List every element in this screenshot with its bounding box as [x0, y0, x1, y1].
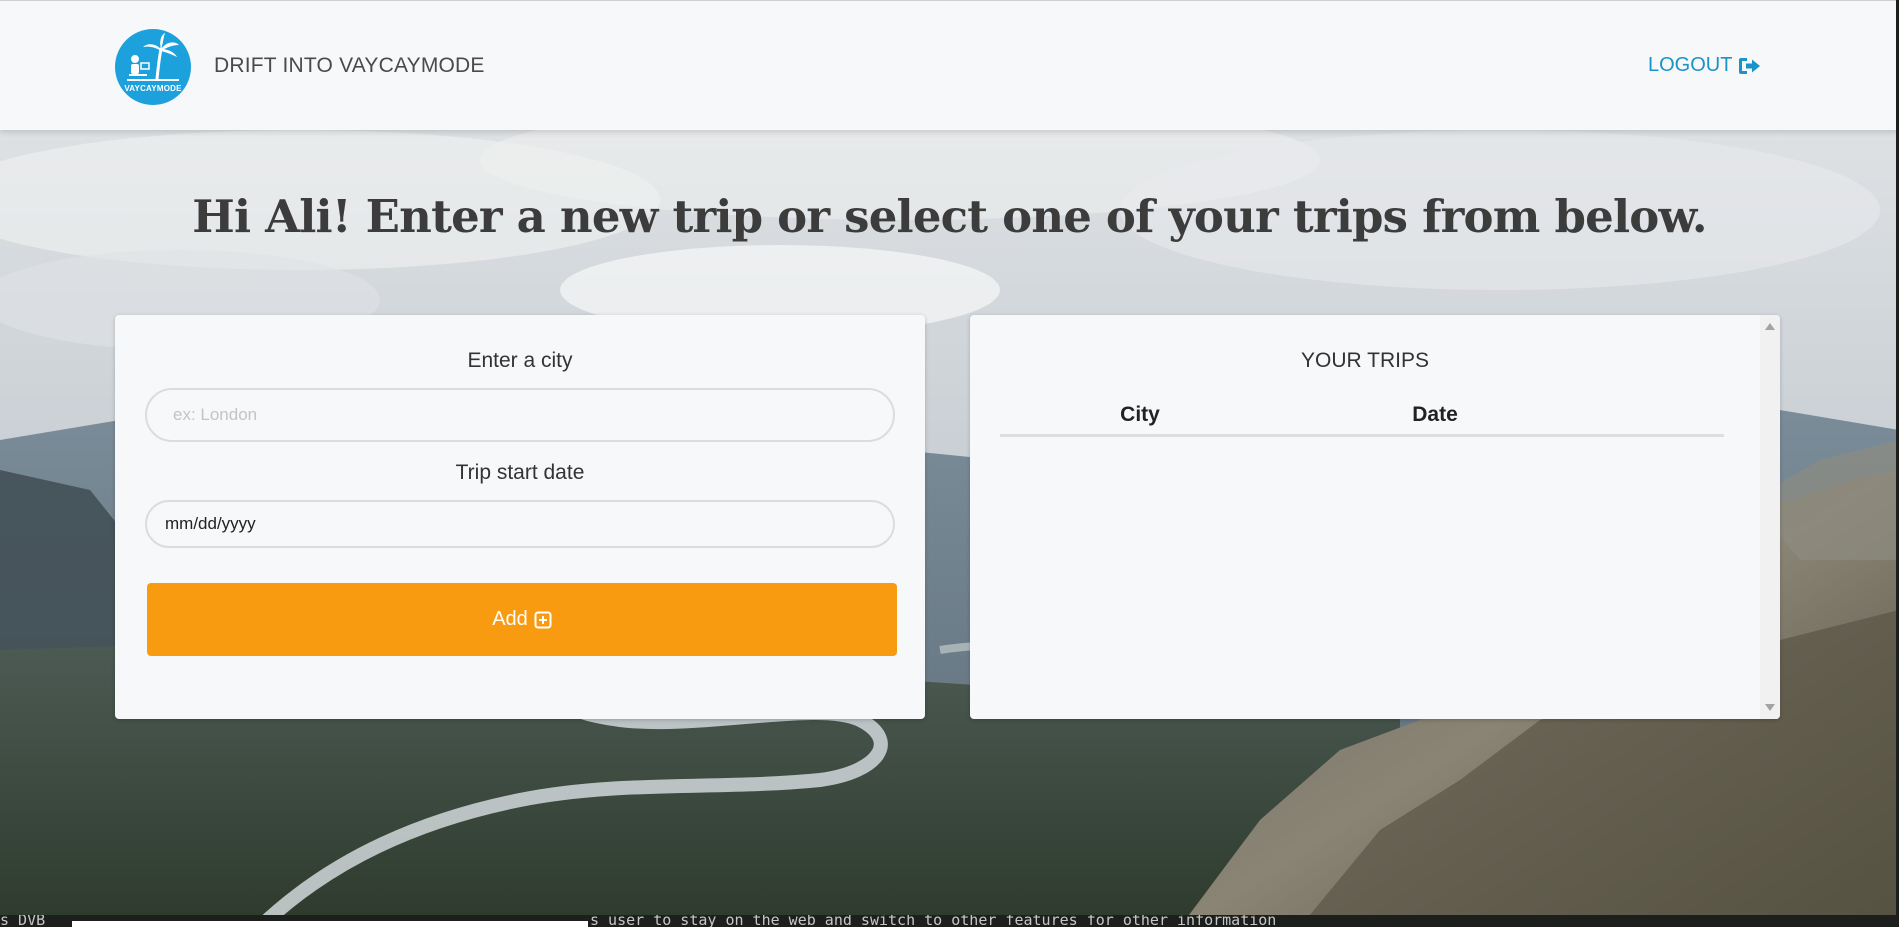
bottom-terminal-strip: s DVB s user to stay on the web and swit… [0, 915, 1899, 927]
new-trip-form-card: Enter a city Trip start date mm/dd/yyyy … [115, 315, 925, 719]
scroll-down-arrow-icon[interactable] [1765, 704, 1775, 711]
logout-link[interactable]: LOGOUT [1648, 54, 1761, 77]
sign-out-icon [1739, 57, 1761, 74]
add-trip-button[interactable]: Add [147, 583, 897, 656]
date-value: mm/dd/yyyy [165, 514, 256, 533]
trips-table: City Date [1000, 395, 1724, 437]
bottom-white-bar [72, 921, 588, 927]
trips-table-header: City Date [1000, 395, 1724, 437]
page-title: Hi Ali! Enter a new trip or select one o… [192, 190, 1707, 243]
palm-tree-icon [127, 33, 179, 81]
logo-text: VAYCAYMODE [124, 84, 182, 93]
your-trips-title: YOUR TRIPS [1301, 349, 1429, 372]
bottom-text-right: s user to stay on the web and switch to … [590, 915, 1277, 927]
add-button-label: Add [492, 608, 528, 630]
bottom-text-left: s DVB [0, 915, 46, 927]
plus-square-icon [534, 611, 552, 628]
trip-start-date-input[interactable]: mm/dd/yyyy [145, 500, 895, 548]
vaycaymode-logo[interactable]: VAYCAYMODE [115, 29, 191, 105]
logout-label: LOGOUT [1648, 54, 1733, 76]
your-trips-card: YOUR TRIPS City Date [970, 315, 1780, 719]
scroll-up-arrow-icon[interactable] [1765, 323, 1775, 330]
city-input[interactable] [145, 388, 895, 442]
trips-scrollbar[interactable] [1760, 315, 1780, 719]
date-label: Trip start date [455, 461, 585, 484]
column-header-date: Date [1412, 402, 1458, 426]
column-header-city: City [1120, 402, 1160, 426]
city-label: Enter a city [467, 349, 573, 372]
brand-name[interactable]: DRIFT INTO VAYCAYMODE [214, 54, 485, 78]
top-nav-bar: VAYCAYMODE DRIFT INTO VAYCAYMODE LOGOUT [0, 0, 1899, 130]
